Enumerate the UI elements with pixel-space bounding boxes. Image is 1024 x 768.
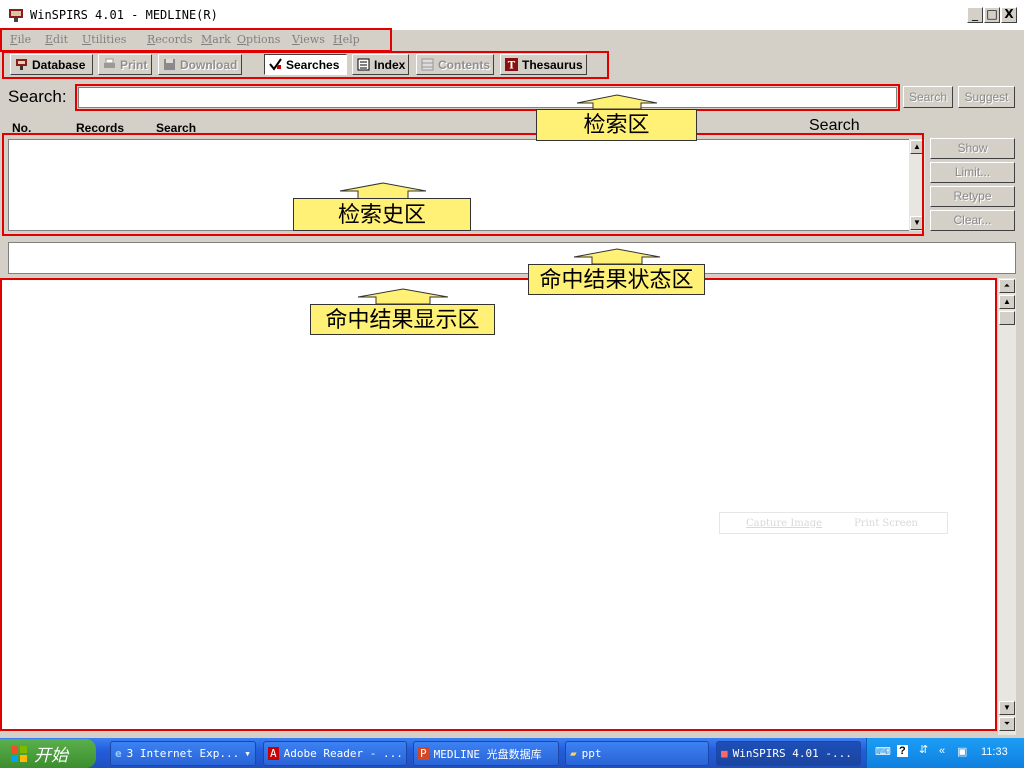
capture-toolbar: Capture Image Print Screen — [719, 512, 948, 534]
search-input[interactable] — [78, 87, 897, 108]
searches-button[interactable]: Searches — [264, 54, 347, 75]
network-icon[interactable]: ⇵ — [919, 743, 928, 756]
results-area-callout: 命中结果显示区 — [310, 304, 495, 335]
contents-label: Contents — [438, 57, 490, 72]
winspirs-app-icon[interactable] — [8, 7, 24, 23]
thesaurus-button[interactable]: T Thesaurus — [500, 54, 587, 75]
capture-image-button[interactable]: Capture Image — [746, 518, 822, 529]
taskbar-item-label: Adobe Reader - ... — [283, 747, 403, 760]
results-highlight-box — [0, 278, 997, 731]
search-field-label: Search: — [8, 87, 67, 106]
taskbar-item-label: ppt — [581, 747, 602, 760]
database-label: Database — [32, 57, 86, 72]
winspirs-icon: ■ — [721, 747, 728, 760]
internet-explorer-icon: e — [115, 747, 122, 760]
taskbar-item-label: MEDLINE 光盘数据库 — [433, 747, 542, 761]
clear-button[interactable]: Clear... — [930, 210, 1015, 231]
start-button[interactable]: 开始 — [0, 739, 96, 768]
database-button[interactable]: Database — [10, 54, 93, 75]
pencil-check-icon — [269, 58, 282, 71]
download-button[interactable]: Download — [158, 54, 242, 75]
limit-button[interactable]: Limit... — [930, 162, 1015, 183]
scroll-page-up-icon[interactable]: ⏶ — [999, 279, 1015, 293]
taskbar-item-medline-ppt[interactable]: P MEDLINE 光盘数据库 — [413, 741, 559, 766]
close-button[interactable]: X — [1001, 7, 1017, 23]
scroll-thumb[interactable] — [999, 311, 1015, 325]
thesaurus-t-icon: T — [505, 58, 518, 71]
taskbar-item-winspirs[interactable]: ■ WinSPIRS 4.01 -... — [716, 741, 861, 766]
print-button[interactable]: Print — [98, 54, 152, 75]
hit-status-area — [8, 242, 1016, 274]
taskbar-item-label: 3 Internet Exp... — [126, 747, 240, 760]
retype-button[interactable]: Retype — [930, 186, 1015, 207]
taskbar-item-adobe-reader[interactable]: A Adobe Reader - ... — [263, 741, 407, 766]
searches-label: Searches — [286, 57, 340, 72]
taskbar-item-ppt-folder[interactable]: ▰ ppt — [565, 741, 709, 766]
maximize-button[interactable]: □ — [984, 7, 1000, 23]
results-area-arrow-icon — [357, 288, 449, 305]
taskbar-item-label: WinSPIRS 4.01 -... — [732, 747, 852, 760]
scroll-page-down-icon[interactable]: ⏷ — [999, 717, 1015, 731]
system-tray: ⌨ ? ⇵ « ▣ 11:33 — [866, 738, 1024, 768]
print-screen-button[interactable]: Print Screen — [854, 518, 918, 529]
contents-button[interactable]: Contents — [416, 54, 494, 75]
search-area-callout: 检索区 — [536, 109, 697, 141]
clock[interactable]: 11:33 — [981, 746, 1008, 758]
help-icon[interactable]: ? — [897, 745, 908, 757]
floppy-disk-icon — [164, 59, 175, 70]
index-label: Index — [374, 57, 406, 72]
taskbar-item-internet-explorer[interactable]: e 3 Internet Exp... ▾ — [110, 741, 256, 766]
menu-highlight-box — [0, 28, 392, 52]
thesaurus-label: Thesaurus — [522, 57, 583, 72]
index-button[interactable]: Index — [352, 54, 409, 75]
keyboard-icon[interactable]: ⌨ — [875, 745, 891, 758]
index-list-icon — [357, 58, 370, 71]
scroll-up-arrow-icon[interactable]: ▲ — [999, 295, 1015, 309]
history-area-callout: 检索史区 — [293, 198, 471, 231]
search-button[interactable]: Search — [903, 86, 953, 108]
chevron-down-icon: ▾ — [244, 747, 251, 760]
download-label: Download — [180, 57, 238, 72]
status-area-arrow-icon — [573, 248, 661, 265]
display-icon[interactable]: ▣ — [957, 745, 967, 758]
suggest-button[interactable]: Suggest — [958, 86, 1015, 108]
powerpoint-icon: P — [418, 747, 429, 760]
start-label: 开始 — [34, 746, 68, 766]
results-scrollbar[interactable] — [998, 278, 1016, 735]
minimize-button[interactable]: _ — [967, 7, 983, 23]
search-area-arrow-icon — [576, 94, 658, 110]
svg-text:T: T — [508, 61, 516, 72]
windows-logo-icon — [11, 745, 27, 762]
status-area-callout: 命中结果状态区 — [528, 264, 705, 295]
printer-icon — [104, 58, 115, 68]
show-button[interactable]: Show — [930, 138, 1015, 159]
folder-icon: ▰ — [570, 747, 577, 760]
contents-grid-icon — [421, 58, 434, 71]
chevron-left-icon[interactable]: « — [939, 745, 945, 757]
adobe-reader-icon: A — [268, 747, 279, 760]
window-title: WinSPIRS 4.01 - MEDLINE(R) — [30, 8, 218, 22]
print-label: Print — [120, 57, 148, 72]
database-icon — [16, 59, 27, 70]
scroll-down-arrow-icon[interactable]: ▼ — [999, 701, 1015, 715]
